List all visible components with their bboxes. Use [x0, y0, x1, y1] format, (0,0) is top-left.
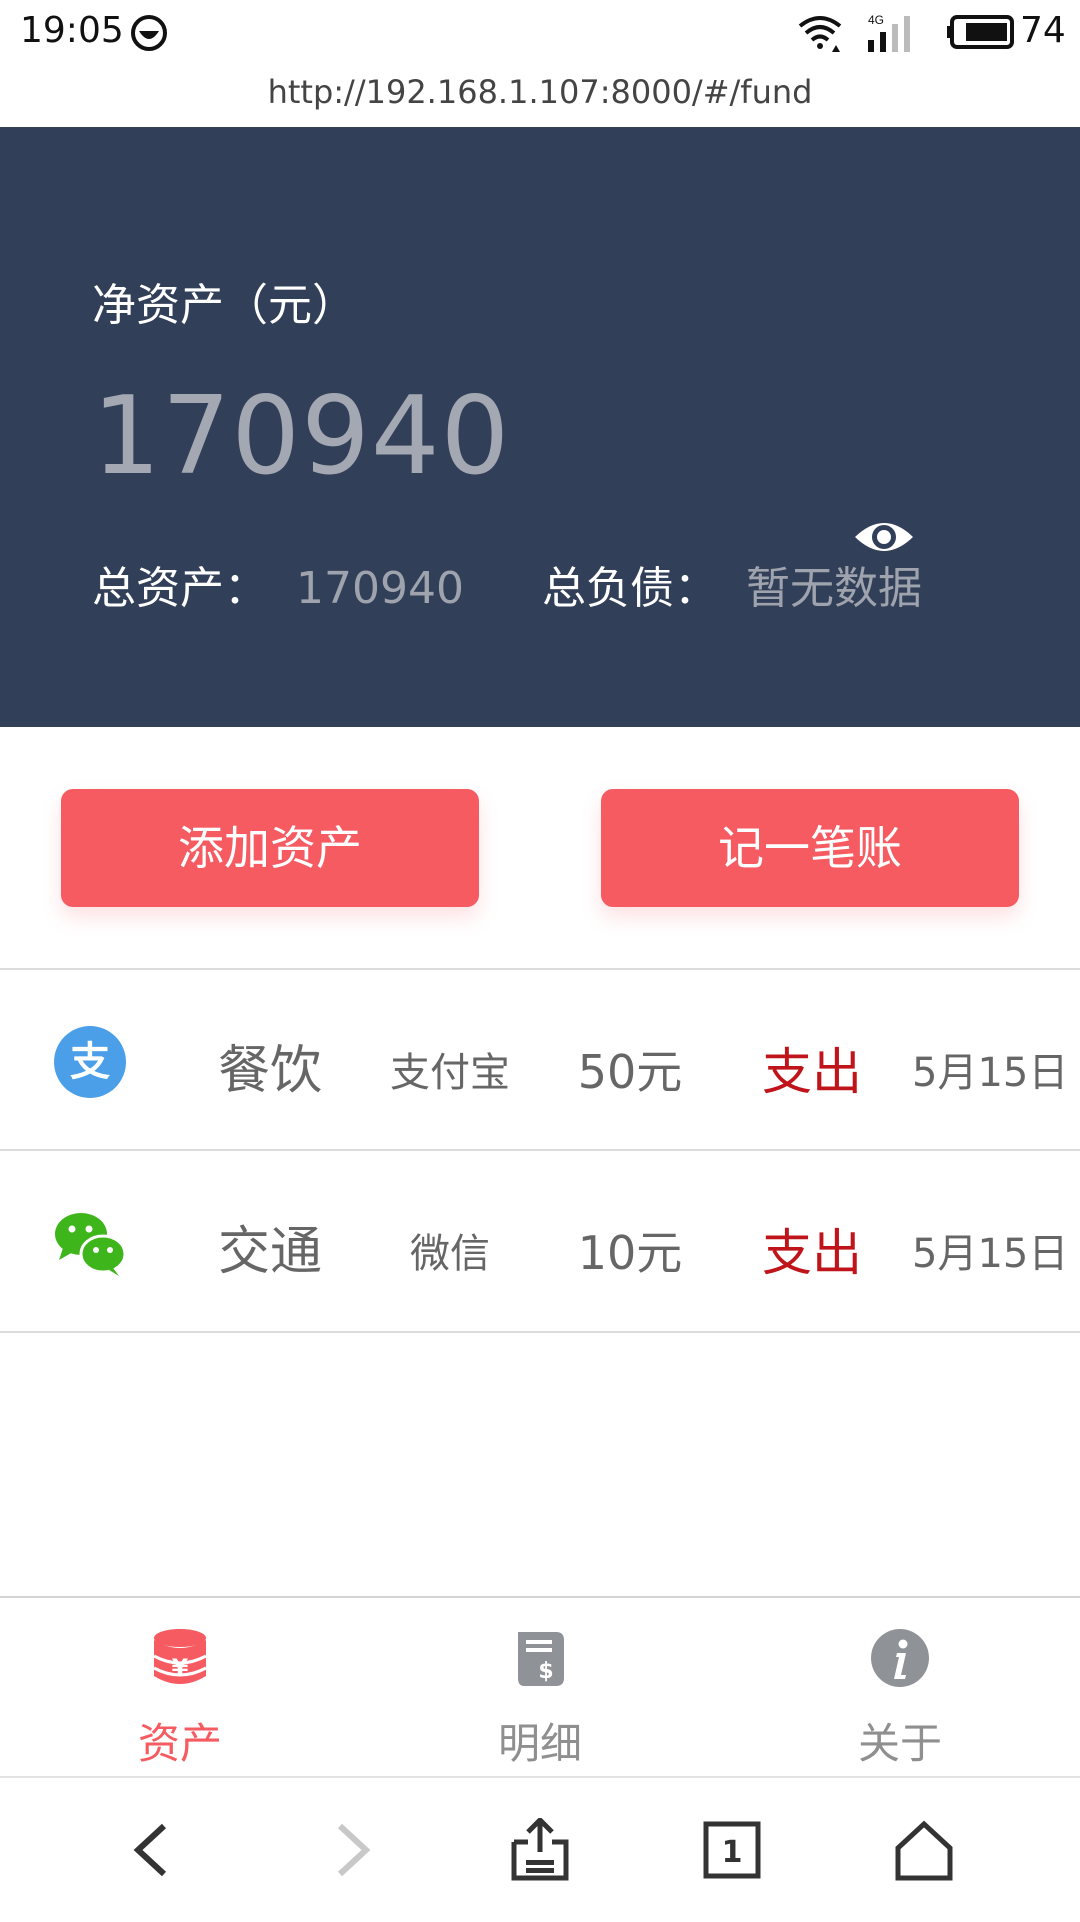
status-bar: 19:05 4G 74 [0, 0, 1080, 66]
record-account: 微信 [410, 1231, 490, 1277]
back-icon[interactable] [122, 1818, 186, 1882]
svg-text:4G: 4G [868, 13, 884, 27]
wifi-icon [798, 16, 842, 52]
tab-assets-label: 资产 [137, 1719, 222, 1768]
list-item[interactable]: 交通 微信 10元 支出 5月15日 [0, 1151, 1080, 1331]
tabs-count-icon[interactable]: 1 [700, 1818, 764, 1882]
tab-about-label: 关于 [857, 1719, 942, 1768]
total-liabilities-value: 暂无数据 [746, 563, 922, 614]
tab-about[interactable]: 关于 [720, 1598, 1080, 1778]
record-date: 5月15日 [912, 1231, 1069, 1277]
total-liabilities: 总负债： 暂无数据 [542, 552, 922, 616]
home-icon[interactable] [892, 1818, 956, 1882]
browser-nav-bar: 1 [0, 1776, 1080, 1922]
svg-text:1: 1 [722, 1835, 743, 1870]
bottom-tab-bar: ¥ 资产 $ 明细 关于 [0, 1596, 1080, 1778]
face-icon [131, 15, 167, 51]
record-date: 5月15日 [912, 1050, 1069, 1096]
svg-text:¥: ¥ [172, 1654, 189, 1682]
total-assets-value: 170940 [296, 563, 464, 614]
record-amount: 10元 [577, 1226, 683, 1280]
total-liabilities-label: 总负债： [542, 563, 718, 614]
record-type: 支出 [762, 1043, 862, 1101]
total-assets: 总资产： 170940 [92, 552, 464, 616]
assets-summary-panel: 净资产（元） 170940 总资产： 170940 总负债： 暂无数据 [0, 127, 1080, 727]
record-type: 支出 [762, 1224, 862, 1282]
net-assets-value: 170940 [92, 374, 511, 499]
battery-icon [947, 15, 1014, 49]
tab-details-label: 明细 [497, 1719, 582, 1768]
coins-icon: ¥ [153, 1629, 207, 1684]
record-category: 餐饮 [218, 1041, 323, 1101]
svg-text:支: 支 [70, 1039, 110, 1085]
receipt-icon: $ [518, 1632, 564, 1686]
info-icon [871, 1629, 929, 1687]
list-item[interactable]: 支 餐饮 支付宝 50元 支出 5月15日 [0, 970, 1080, 1150]
list-divider [0, 1331, 1080, 1333]
record-entry-button[interactable]: 记一笔账 [601, 789, 1019, 907]
total-assets-label: 总资产： [92, 563, 268, 614]
record-account: 支付宝 [390, 1050, 510, 1096]
wechat-icon [55, 1213, 127, 1276]
forward-icon[interactable] [318, 1818, 382, 1882]
tab-details[interactable]: $ 明细 [360, 1598, 720, 1778]
share-icon[interactable] [508, 1818, 572, 1882]
tab-assets[interactable]: ¥ 资产 [0, 1598, 360, 1778]
net-assets-label: 净资产（元） [92, 280, 356, 331]
record-category: 交通 [218, 1222, 323, 1282]
status-time: 19:05 [20, 10, 124, 51]
svg-text:$: $ [538, 1659, 553, 1684]
battery-level: 74 [1020, 10, 1066, 51]
url-bar[interactable]: http://192.168.1.107:8000/#/fund [0, 66, 1080, 126]
signal-icon: 4G [868, 13, 910, 52]
add-asset-button[interactable]: 添加资产 [61, 789, 479, 907]
record-amount: 50元 [577, 1045, 683, 1099]
alipay-icon: 支 [54, 1026, 126, 1098]
